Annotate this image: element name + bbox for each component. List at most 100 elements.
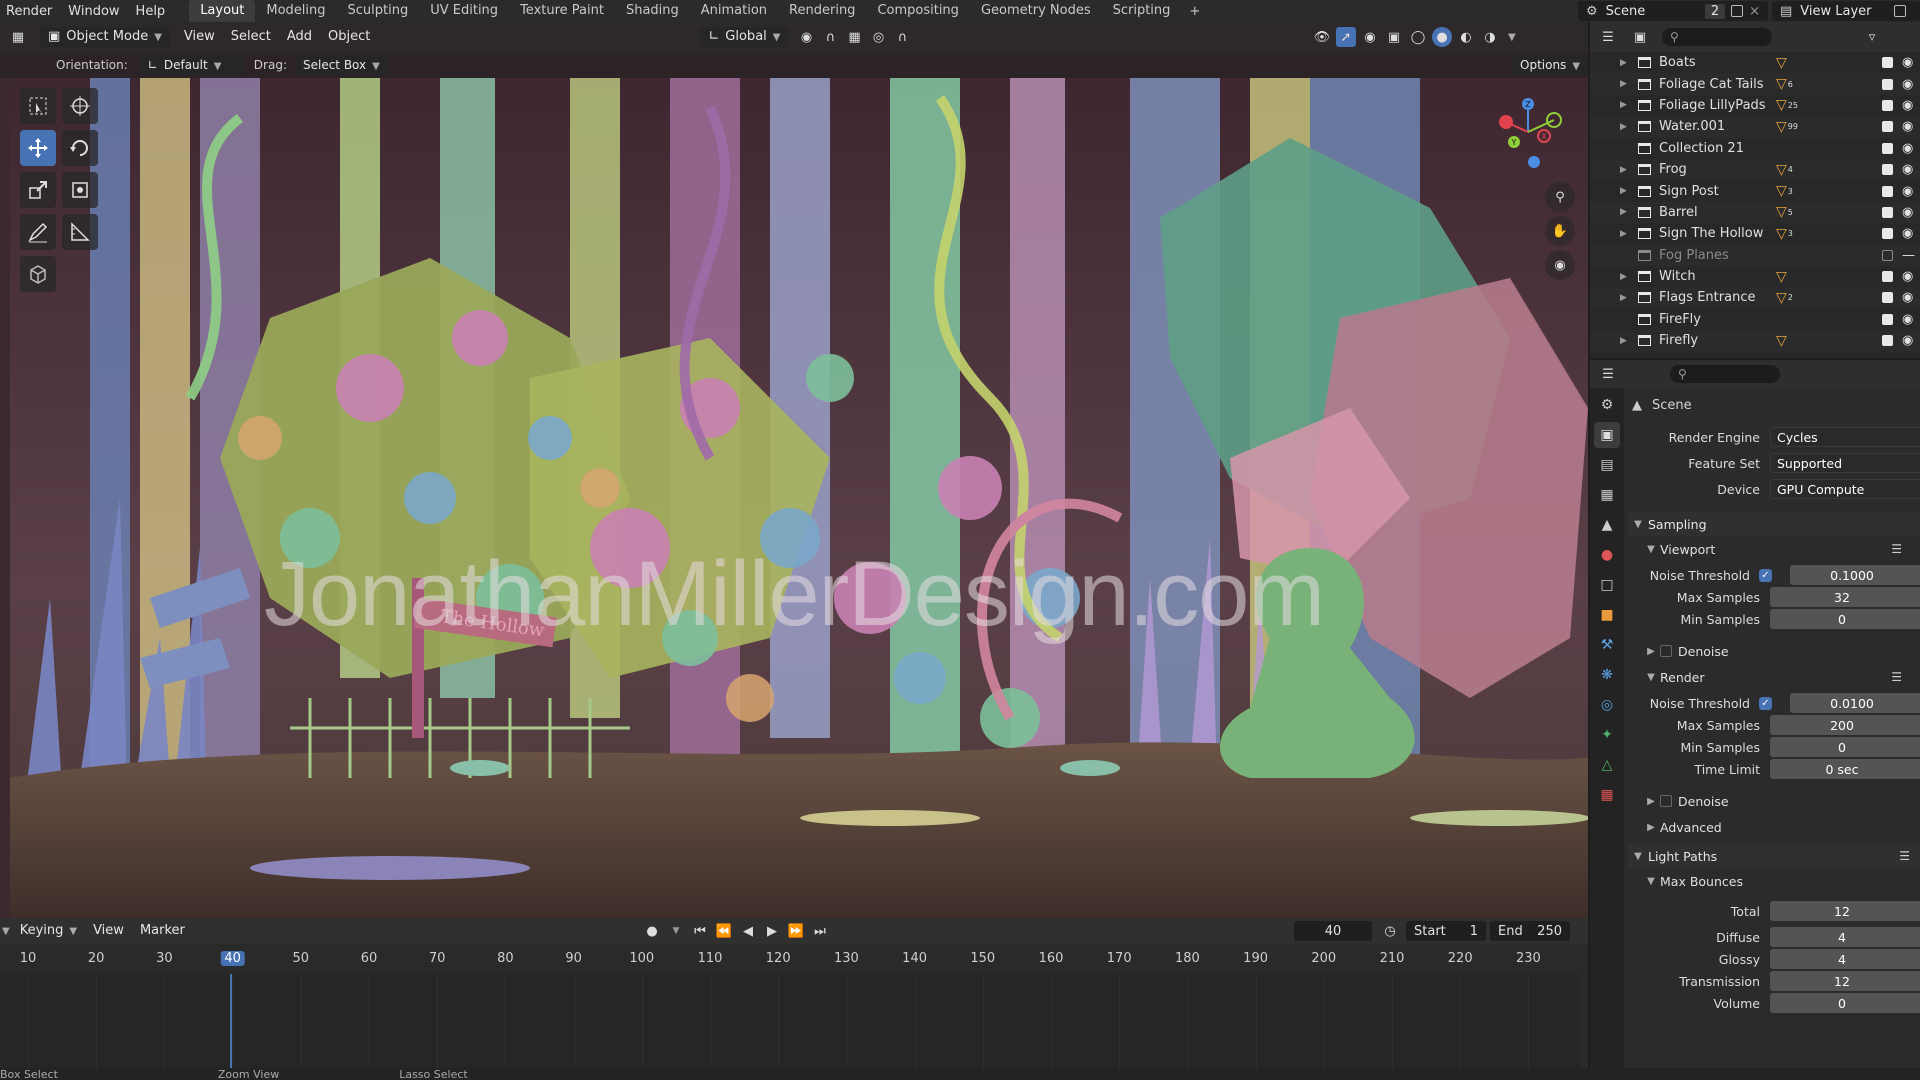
expand-arrow-icon[interactable]: ▶ (1620, 79, 1634, 89)
record-options-chevron-icon[interactable]: ▼ (666, 921, 686, 941)
outliner-search-input[interactable]: ⚲ (1662, 28, 1772, 46)
tab-collection[interactable]: □ (1594, 572, 1620, 598)
outliner-row[interactable]: ▶ Barrel ▽ 5 ◉ (1590, 201, 1920, 224)
outliner-row[interactable]: ▶ Frog ▽ 4 ◉ (1590, 158, 1920, 181)
drag-dropdown[interactable]: Select Box ▼ (294, 55, 388, 75)
timeline-keyframe-area[interactable] (0, 974, 1580, 1068)
tab-object[interactable]: ■ (1594, 602, 1620, 628)
expand-arrow-icon[interactable]: ▶ (1620, 272, 1634, 282)
record-icon[interactable]: ● (642, 921, 662, 941)
rendered-shading-icon[interactable]: ◑ (1480, 27, 1500, 47)
exclude-checkbox[interactable] (1882, 335, 1893, 347)
cursor-tool[interactable] (62, 88, 98, 124)
tab-modifiers[interactable]: ⚒ (1594, 632, 1620, 658)
visibility-eye-icon[interactable]: ◉ (1902, 162, 1913, 177)
visibility-eye-icon[interactable]: — (1902, 248, 1915, 263)
jump-end-icon[interactable]: ⏭ (810, 921, 830, 941)
r-denoise-checkbox[interactable] (1660, 795, 1672, 807)
visibility-eye-icon[interactable]: ◉ (1902, 312, 1913, 327)
outliner-row[interactable]: ▶ Firefly ▽ ◉ (1590, 330, 1920, 352)
visibility-eye-icon[interactable]: ◉ (1902, 205, 1913, 220)
visibility-icon[interactable]: 👁 (1312, 27, 1332, 47)
workspace-tab-texture-paint[interactable]: Texture Paint (509, 0, 615, 22)
workspace-tab-sculpting[interactable]: Sculpting (337, 0, 420, 22)
timeline-menu-view[interactable]: View (85, 920, 132, 942)
snap-icon[interactable]: ∩ (820, 27, 840, 47)
properties-search-input[interactable]: ⚲ (1670, 365, 1780, 383)
outliner-row[interactable]: ▶ Boats ▽ ◉ (1590, 52, 1920, 73)
presets-list-icon[interactable]: ☰ (1899, 849, 1910, 863)
timeline-menu-marker[interactable]: Marker (132, 920, 193, 942)
next-keyframe-icon[interactable]: ⏩ (786, 921, 806, 941)
feature-set-dropdown[interactable]: Supported (1770, 453, 1920, 473)
falloff-icon[interactable]: ∩ (892, 27, 912, 47)
pivot-point-icon[interactable]: ◉ (796, 27, 816, 47)
vp-denoise-checkbox[interactable] (1660, 645, 1672, 657)
navigation-gizmo[interactable]: Z X Y (1488, 92, 1568, 172)
exclude-checkbox[interactable] (1882, 228, 1893, 240)
proportional-editing-icon[interactable]: ◎ (868, 27, 888, 47)
play-icon[interactable]: ▶ (762, 921, 782, 941)
solid-shading-icon[interactable]: ● (1432, 27, 1452, 47)
outliner-row[interactable]: ▶ Sign The Hollow ▽ 3 ◉ (1590, 223, 1920, 244)
tab-render[interactable]: ▣ (1594, 422, 1620, 448)
outliner-row[interactable]: Fog Planes — (1590, 244, 1920, 266)
exclude-checkbox[interactable] (1882, 185, 1893, 197)
end-frame-field[interactable]: End 250 (1490, 921, 1570, 941)
time-limit-field[interactable]: 0 sec (1770, 759, 1920, 779)
max-bounces-subpanel-header[interactable]: ▼ Max Bounces (1642, 870, 1912, 892)
view-layer-selector[interactable]: ▤ View Layer (1772, 1, 1920, 21)
r-noise-threshold-checkbox[interactable]: ✓ (1759, 696, 1772, 710)
workspace-tab-shading[interactable]: Shading (615, 0, 690, 22)
menu-view[interactable]: View (176, 26, 223, 48)
exclude-checkbox[interactable] (1882, 206, 1893, 218)
tab-scene[interactable]: ▲ (1594, 512, 1620, 538)
timeline-editor-type-icon[interactable]: ▼ (2, 926, 10, 937)
expand-arrow-icon[interactable]: ▶ (1620, 122, 1634, 132)
transmission-bounces-field[interactable]: 12 (1770, 971, 1920, 991)
vp-noise-threshold-field[interactable]: 0.1000 (1790, 565, 1920, 585)
outliner-row[interactable]: FireFly ◉ (1590, 309, 1920, 330)
presets-list-icon[interactable]: ☰ (1891, 670, 1902, 684)
tab-physics[interactable]: ◎ (1594, 692, 1620, 718)
expand-arrow-icon[interactable]: ▶ (1620, 293, 1634, 303)
workspace-tab-scripting[interactable]: Scripting (1102, 0, 1182, 22)
r-min-samples-field[interactable]: 0 (1770, 737, 1920, 757)
editor-type-icon[interactable]: ▦ (8, 27, 28, 47)
menu-keying[interactable]: Keying ▼ (12, 920, 85, 942)
exclude-checkbox[interactable] (1882, 121, 1893, 133)
rotate-tool[interactable] (62, 130, 98, 166)
object-mode-dropdown[interactable]: ▣ Object Mode ▼ (40, 27, 170, 47)
display-mode-icon[interactable]: ▣ (1630, 27, 1650, 47)
tab-constraints[interactable]: ✦ (1594, 722, 1620, 748)
exclude-checkbox[interactable] (1882, 271, 1893, 283)
workspace-tab-geometry-nodes[interactable]: Geometry Nodes (970, 0, 1102, 22)
menu-add[interactable]: Add (279, 26, 320, 48)
outliner-editor-type-icon[interactable]: ☰ (1598, 27, 1618, 47)
volume-bounces-field[interactable]: 0 (1770, 993, 1920, 1013)
menu-render[interactable]: Render (0, 4, 62, 19)
gizmo-neg-x-handle[interactable] (1499, 115, 1513, 129)
outliner-row[interactable]: ▶ Witch ▽ ◉ (1590, 266, 1920, 287)
duplicate-scene-icon[interactable] (1731, 5, 1744, 17)
exclude-checkbox[interactable] (1882, 313, 1893, 325)
sampling-panel-header[interactable]: ▼ Sampling (1628, 512, 1920, 536)
preview-range-clock-icon[interactable]: ◷ (1380, 921, 1400, 941)
shading-options-chevron-icon[interactable]: ▼ (1508, 32, 1516, 43)
prev-keyframe-icon[interactable]: ⏪ (714, 921, 734, 941)
xray-icon[interactable]: ▣ (1384, 27, 1404, 47)
playhead[interactable] (230, 974, 232, 1068)
move-tool[interactable] (20, 130, 56, 166)
exclude-checkbox[interactable] (1882, 99, 1893, 111)
start-frame-field[interactable]: Start 1 (1406, 921, 1486, 941)
tab-tool[interactable]: ⚙ (1594, 392, 1620, 418)
expand-arrow-icon[interactable]: ▶ (1620, 165, 1634, 175)
workspace-tab-uv-editing[interactable]: UV Editing (419, 0, 509, 22)
advanced-subpanel[interactable]: ▶ Advanced (1642, 816, 1912, 838)
zoom-view-button[interactable]: ⚲ (1545, 182, 1575, 212)
render-engine-dropdown[interactable]: Cycles (1770, 427, 1920, 447)
gizmo-neg-z-handle[interactable] (1528, 156, 1540, 168)
snap-target-icon[interactable]: ▦ (844, 27, 864, 47)
r-denoise-subpanel[interactable]: ▶ Denoise (1642, 790, 1912, 812)
close-scene-icon[interactable]: × (1749, 4, 1760, 19)
